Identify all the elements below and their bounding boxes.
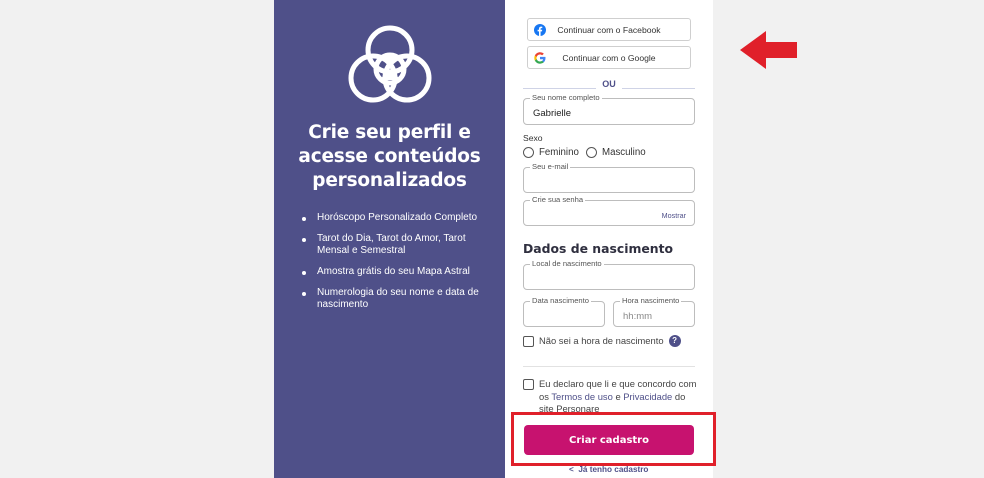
birth-place-field[interactable]: Local de nascimento [523,259,695,290]
birth-date-label: Data nascimento [530,296,591,306]
or-divider-text: OU [596,79,622,89]
radio-label: Feminino [539,147,579,158]
facebook-login-button[interactable]: Continuar com o Facebook [527,18,691,41]
radio-feminino[interactable]: Feminino [523,147,579,158]
facebook-button-label: Continuar com o Facebook [557,24,661,35]
birth-time-field[interactable]: Hora nascimento hh:mm [613,296,695,327]
headline-line: acesse conteúdos [298,146,481,167]
radio-circle [523,147,534,158]
email-field[interactable]: Seu e-mail [523,162,695,193]
page-headline: Crie seu perfil e acesse conteúdos perso… [274,121,505,193]
name-field[interactable]: Seu nome completo Gabrielle [523,93,695,125]
or-divider: OU [523,79,695,93]
show-password-toggle[interactable]: Mostrar [662,211,686,220]
terms-checkbox-row: Eu declaro que li e que concordo com os … [523,378,698,412]
radio-label: Masculino [602,147,646,158]
feature-item: Horóscopo Personalizado Completo [289,212,494,224]
radio-masculino[interactable]: Masculino [586,147,646,158]
personare-logo-icon [348,25,432,103]
section-divider [523,366,695,367]
birth-date-field[interactable]: Data nascimento [523,296,605,327]
already-registered-link[interactable]: < Já tenho cadastro [569,465,648,474]
feature-item: Numerologia do seu nome e data de nascim… [289,287,494,311]
signup-form: Continuar com o Facebook Continuar com o… [505,0,713,478]
red-arrow-icon [740,31,797,69]
password-field[interactable]: Crie sua senha Mostrar [523,195,695,226]
login-link-label: Já tenho cadastro [578,465,649,474]
feature-list: Horóscopo Personalizado Completo Tarot d… [289,212,494,320]
terms-of-use-link[interactable]: Termos de uso [551,391,613,402]
headline-line: Crie seu perfil e [308,122,471,143]
birth-time-placeholder: hh:mm [623,311,653,322]
terms-text: Eu declaro que li e que concordo com os … [539,378,698,412]
terms-checkbox[interactable] [523,379,534,390]
email-field-label: Seu e-mail [530,162,571,172]
signup-page: Crie seu perfil e acesse conteúdos perso… [0,0,984,478]
name-field-label: Seu nome completo [530,93,602,103]
birth-section-title: Dados de nascimento [523,241,674,256]
google-button-label: Continuar com o Google [562,52,656,63]
unknown-time-checkbox[interactable]: Não sei a hora de nascimento ? [523,335,681,348]
chevron-left-icon: < [569,465,574,474]
terms-conjunction: e [615,390,621,402]
promo-panel: Crie seu perfil e acesse conteúdos perso… [274,0,505,478]
highlight-box [511,412,716,466]
unknown-time-label: Não sei a hora de nascimento [539,335,664,346]
radio-circle [586,147,597,158]
google-login-button[interactable]: Continuar com o Google [527,46,691,69]
google-icon [534,52,546,64]
headline-line: personalizados [312,170,467,191]
feature-item: Amostra grátis do seu Mapa Astral [289,266,494,278]
privacy-link[interactable]: Privacidade [623,391,672,402]
birth-time-label: Hora nascimento [620,296,682,306]
birth-place-label: Local de nascimento [530,259,604,269]
sex-label: Sexo [523,133,543,143]
name-field-value: Gabrielle [533,108,572,119]
feature-item: Tarot do Dia, Tarot do Amor, Tarot Mensa… [289,233,494,257]
password-field-label: Crie sua senha [530,195,586,205]
help-icon[interactable]: ? [668,335,681,347]
facebook-icon [534,24,546,36]
checkbox-box[interactable] [523,336,534,347]
